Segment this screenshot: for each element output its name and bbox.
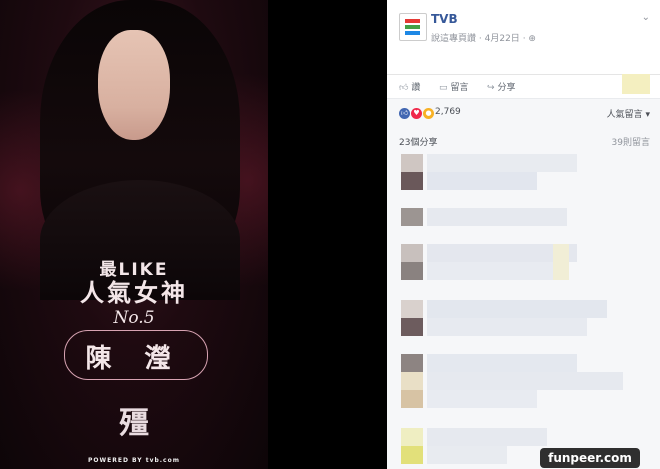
- logo-stripe-red: [405, 19, 420, 23]
- comment-avatar: [401, 318, 423, 336]
- love-reaction-icon[interactable]: ♥: [411, 108, 422, 119]
- poster-name: 陳 瀅: [85, 344, 183, 374]
- globe-icon: ⊕: [528, 34, 536, 44]
- reaction-count[interactable]: 2,769: [435, 107, 461, 117]
- comment-label: 留言: [450, 83, 469, 93]
- comment-text-blur: [427, 390, 537, 408]
- comment-text-blur: [427, 208, 567, 226]
- poster-image[interactable]: 最LIKE 人氣女神 No.5 陳 瀅 殭 POWERED BY tvb.com: [0, 0, 268, 469]
- comment-text-blur: [427, 354, 577, 372]
- facebook-post-panel: TVB 說這專頁讚 · 4月22日 · ⊕ ⌄ 👍︎ 讚 ▭ 留言 ↪ 分享 👍︎ ♥…: [387, 0, 660, 469]
- share-icon: ↪: [487, 83, 495, 93]
- like-button[interactable]: 👍︎ 讚: [399, 80, 420, 93]
- comment-avatar: [401, 372, 423, 390]
- comment-text-blur: [427, 300, 607, 318]
- post-date[interactable]: 4月22日: [485, 34, 520, 44]
- post-meta: 說這專頁讚 · 4月22日 · ⊕: [431, 31, 536, 44]
- post-action-bar: 👍︎ 讚 ▭ 留言 ↪ 分享: [387, 74, 660, 97]
- page-avatar[interactable]: [399, 13, 427, 41]
- thumbs-up-icon: 👍︎: [399, 83, 409, 93]
- comment-avatar: [401, 172, 423, 190]
- comment-avatar: [401, 300, 423, 318]
- share-label: 分享: [497, 83, 516, 93]
- comments-list-pixelated: [387, 150, 660, 469]
- post-header: TVB 說這專頁讚 · 4月22日 · ⊕ ⌄: [387, 0, 660, 60]
- comment-avatar: [401, 262, 423, 280]
- like-label: 讚: [411, 83, 421, 93]
- comment-text-blur: [427, 318, 587, 336]
- comment-icon: ▭: [439, 83, 448, 93]
- comment-avatar: [401, 208, 423, 226]
- comment-text-blur: [427, 262, 553, 280]
- logo-stripe-green: [405, 25, 420, 29]
- page-name-link[interactable]: TVB: [431, 12, 458, 26]
- stats-row: 23個分享 39則留言: [387, 128, 660, 150]
- comments-count[interactable]: 39則留言: [612, 135, 650, 148]
- viewer-avatar[interactable]: [622, 74, 650, 94]
- comment-text-blur: [427, 172, 537, 190]
- poster-rank: No.5: [113, 308, 155, 328]
- left-black-area: 最LIKE 人氣女神 No.5 陳 瀅 殭 POWERED BY tvb.com: [0, 0, 387, 469]
- comment-avatar: [401, 354, 423, 372]
- comment-text-blur: [427, 154, 577, 172]
- comment-sort-dropdown[interactable]: 人氣留言 ▾: [607, 107, 650, 120]
- powered-by: POWERED BY tvb.com: [88, 457, 180, 464]
- comment-avatar: [401, 390, 423, 408]
- person-face: [98, 30, 170, 140]
- comment-text-blur: [427, 428, 547, 446]
- shares-count[interactable]: 23個分享: [399, 135, 437, 148]
- comment-button[interactable]: ▭ 留言: [439, 80, 469, 93]
- comment-avatar: [401, 446, 423, 464]
- comment-avatar: [401, 154, 423, 172]
- comment-avatar: [401, 428, 423, 446]
- reactions-row: 👍︎ ♥ ● 2,769 人氣留言 ▾: [387, 98, 660, 129]
- like-reaction-icon[interactable]: 👍︎: [399, 108, 410, 119]
- show-logo: 殭: [119, 406, 149, 441]
- wow-reaction-icon[interactable]: ●: [423, 108, 434, 119]
- comment-avatar: [401, 244, 423, 262]
- comment-text-blur: [427, 372, 623, 390]
- logo-stripe-blue: [405, 31, 420, 35]
- funpeer-watermark: funpeer.com: [540, 448, 640, 468]
- chevron-down-icon[interactable]: ⌄: [642, 12, 650, 23]
- share-button[interactable]: ↪ 分享: [487, 80, 516, 93]
- comment-sticker-blur: [553, 244, 569, 280]
- poster-title-line2: 人氣女神: [80, 279, 188, 307]
- comment-text-blur: [427, 446, 507, 464]
- page-subtitle[interactable]: 說這專頁讚: [431, 34, 476, 44]
